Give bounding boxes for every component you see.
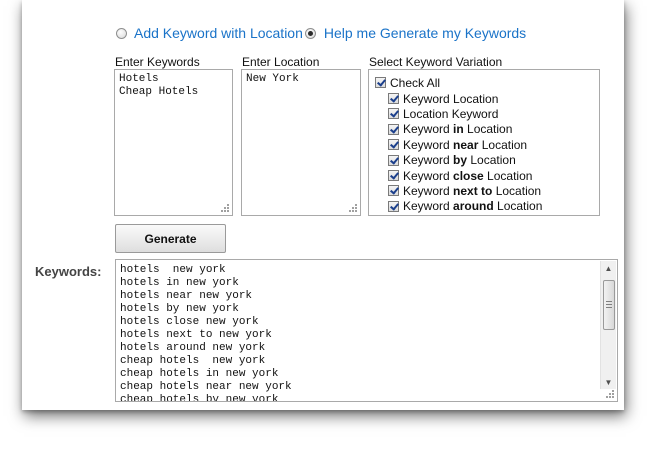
variation-box: Check All Keyword Location Location Keywo… [368, 69, 600, 216]
variation-option-label: Location Keyword [403, 106, 499, 121]
check-all-checkbox[interactable] [375, 77, 386, 88]
generate-button[interactable]: Generate [115, 224, 226, 253]
vertical-scrollbar[interactable]: ▲ ▼ [600, 261, 616, 389]
text-line: hotels close new york [120, 316, 259, 328]
keywords-textarea[interactable]: Hotels Cheap Hotels [114, 69, 233, 216]
text-line: cheap hotels in new york [120, 368, 279, 380]
radio-add-keyword-with-location[interactable] [116, 27, 127, 39]
location-textarea[interactable]: New York [241, 69, 361, 216]
output-keywords-label: Keywords: [35, 264, 102, 279]
text-line: Hotels [119, 73, 159, 85]
resize-grip-icon[interactable] [349, 204, 357, 212]
variation-option[interactable]: Keyword in Location [388, 122, 512, 137]
text-line: cheap hotels near new york [120, 381, 292, 393]
variation-checkbox[interactable] [388, 139, 399, 151]
location-text: New York [246, 73, 299, 86]
variation-checkbox[interactable] [388, 170, 399, 181]
text-line: New York [246, 73, 299, 85]
text-line: hotels by new york [120, 303, 239, 315]
check-all-label: Check All [390, 75, 441, 90]
text-line: Cheap Hotels [119, 86, 199, 98]
text-line: cheap hotels by new york [120, 394, 279, 402]
variation-option[interactable]: Keyword next to Location [388, 183, 541, 198]
variation-checkbox[interactable] [388, 93, 399, 104]
resize-grip-icon[interactable] [221, 204, 229, 212]
radio-help-generate-keywords[interactable] [304, 27, 316, 39]
text-line: hotels new york [120, 264, 226, 276]
variation-option[interactable]: Location Keyword [388, 106, 498, 121]
text-line: hotels around new york [120, 342, 266, 354]
location-label: Enter Location [242, 55, 320, 69]
variation-checkbox[interactable] [388, 123, 399, 135]
mode-label-add-keyword[interactable]: Add Keyword with Location [134, 25, 303, 41]
variation-checkbox[interactable] [388, 200, 399, 212]
text-line: hotels next to new york [120, 329, 272, 341]
keywords-text: Hotels Cheap Hotels [119, 73, 198, 99]
variation-option[interactable]: Keyword by Location [388, 153, 516, 168]
variation-option-label: Keyword around Location [403, 199, 543, 214]
variation-option-label: Keyword by Location [403, 153, 516, 168]
variation-checkbox[interactable] [388, 108, 399, 120]
variation-option-label: Keyword close Location [403, 168, 533, 183]
scroll-down-arrow-icon[interactable]: ▼ [601, 375, 616, 389]
variation-checkbox[interactable] [388, 154, 399, 166]
variation-option-label: Keyword near Location [403, 137, 528, 152]
variation-checkbox[interactable] [388, 185, 399, 197]
variation-option[interactable]: Keyword near Location [388, 137, 527, 152]
text-line: cheap hotels new york [120, 355, 266, 367]
mode-label-help-generate[interactable]: Help me Generate my Keywords [324, 25, 526, 41]
generated-keywords-textarea[interactable]: hotels new york hotels in new york hotels … [115, 259, 618, 402]
generated-keywords-text: hotels new york hotels in new york hotels … [120, 264, 292, 402]
variation-label: Select Keyword Variation [369, 55, 503, 69]
variation-option[interactable]: Keyword around Location [388, 199, 542, 214]
text-line: hotels near new york [120, 290, 253, 302]
scroll-up-arrow-icon[interactable]: ▲ [601, 261, 616, 275]
variation-option-label: Keyword next to Location [403, 183, 542, 198]
mode-selector: Add Keyword with Location Help me Genera… [116, 24, 526, 42]
scroll-thumb[interactable] [603, 280, 615, 330]
resize-grip-icon[interactable] [606, 390, 614, 398]
variation-option-label: Keyword in Location [403, 122, 513, 137]
variation-option[interactable]: Keyword close Location [388, 168, 532, 183]
variation-option[interactable]: Keyword Location [388, 91, 498, 106]
keywords-label: Enter Keywords [115, 55, 200, 69]
variation-option-label: Keyword Location [403, 91, 499, 106]
text-line: hotels in new york [120, 277, 239, 289]
check-all[interactable]: Check All [375, 75, 440, 90]
